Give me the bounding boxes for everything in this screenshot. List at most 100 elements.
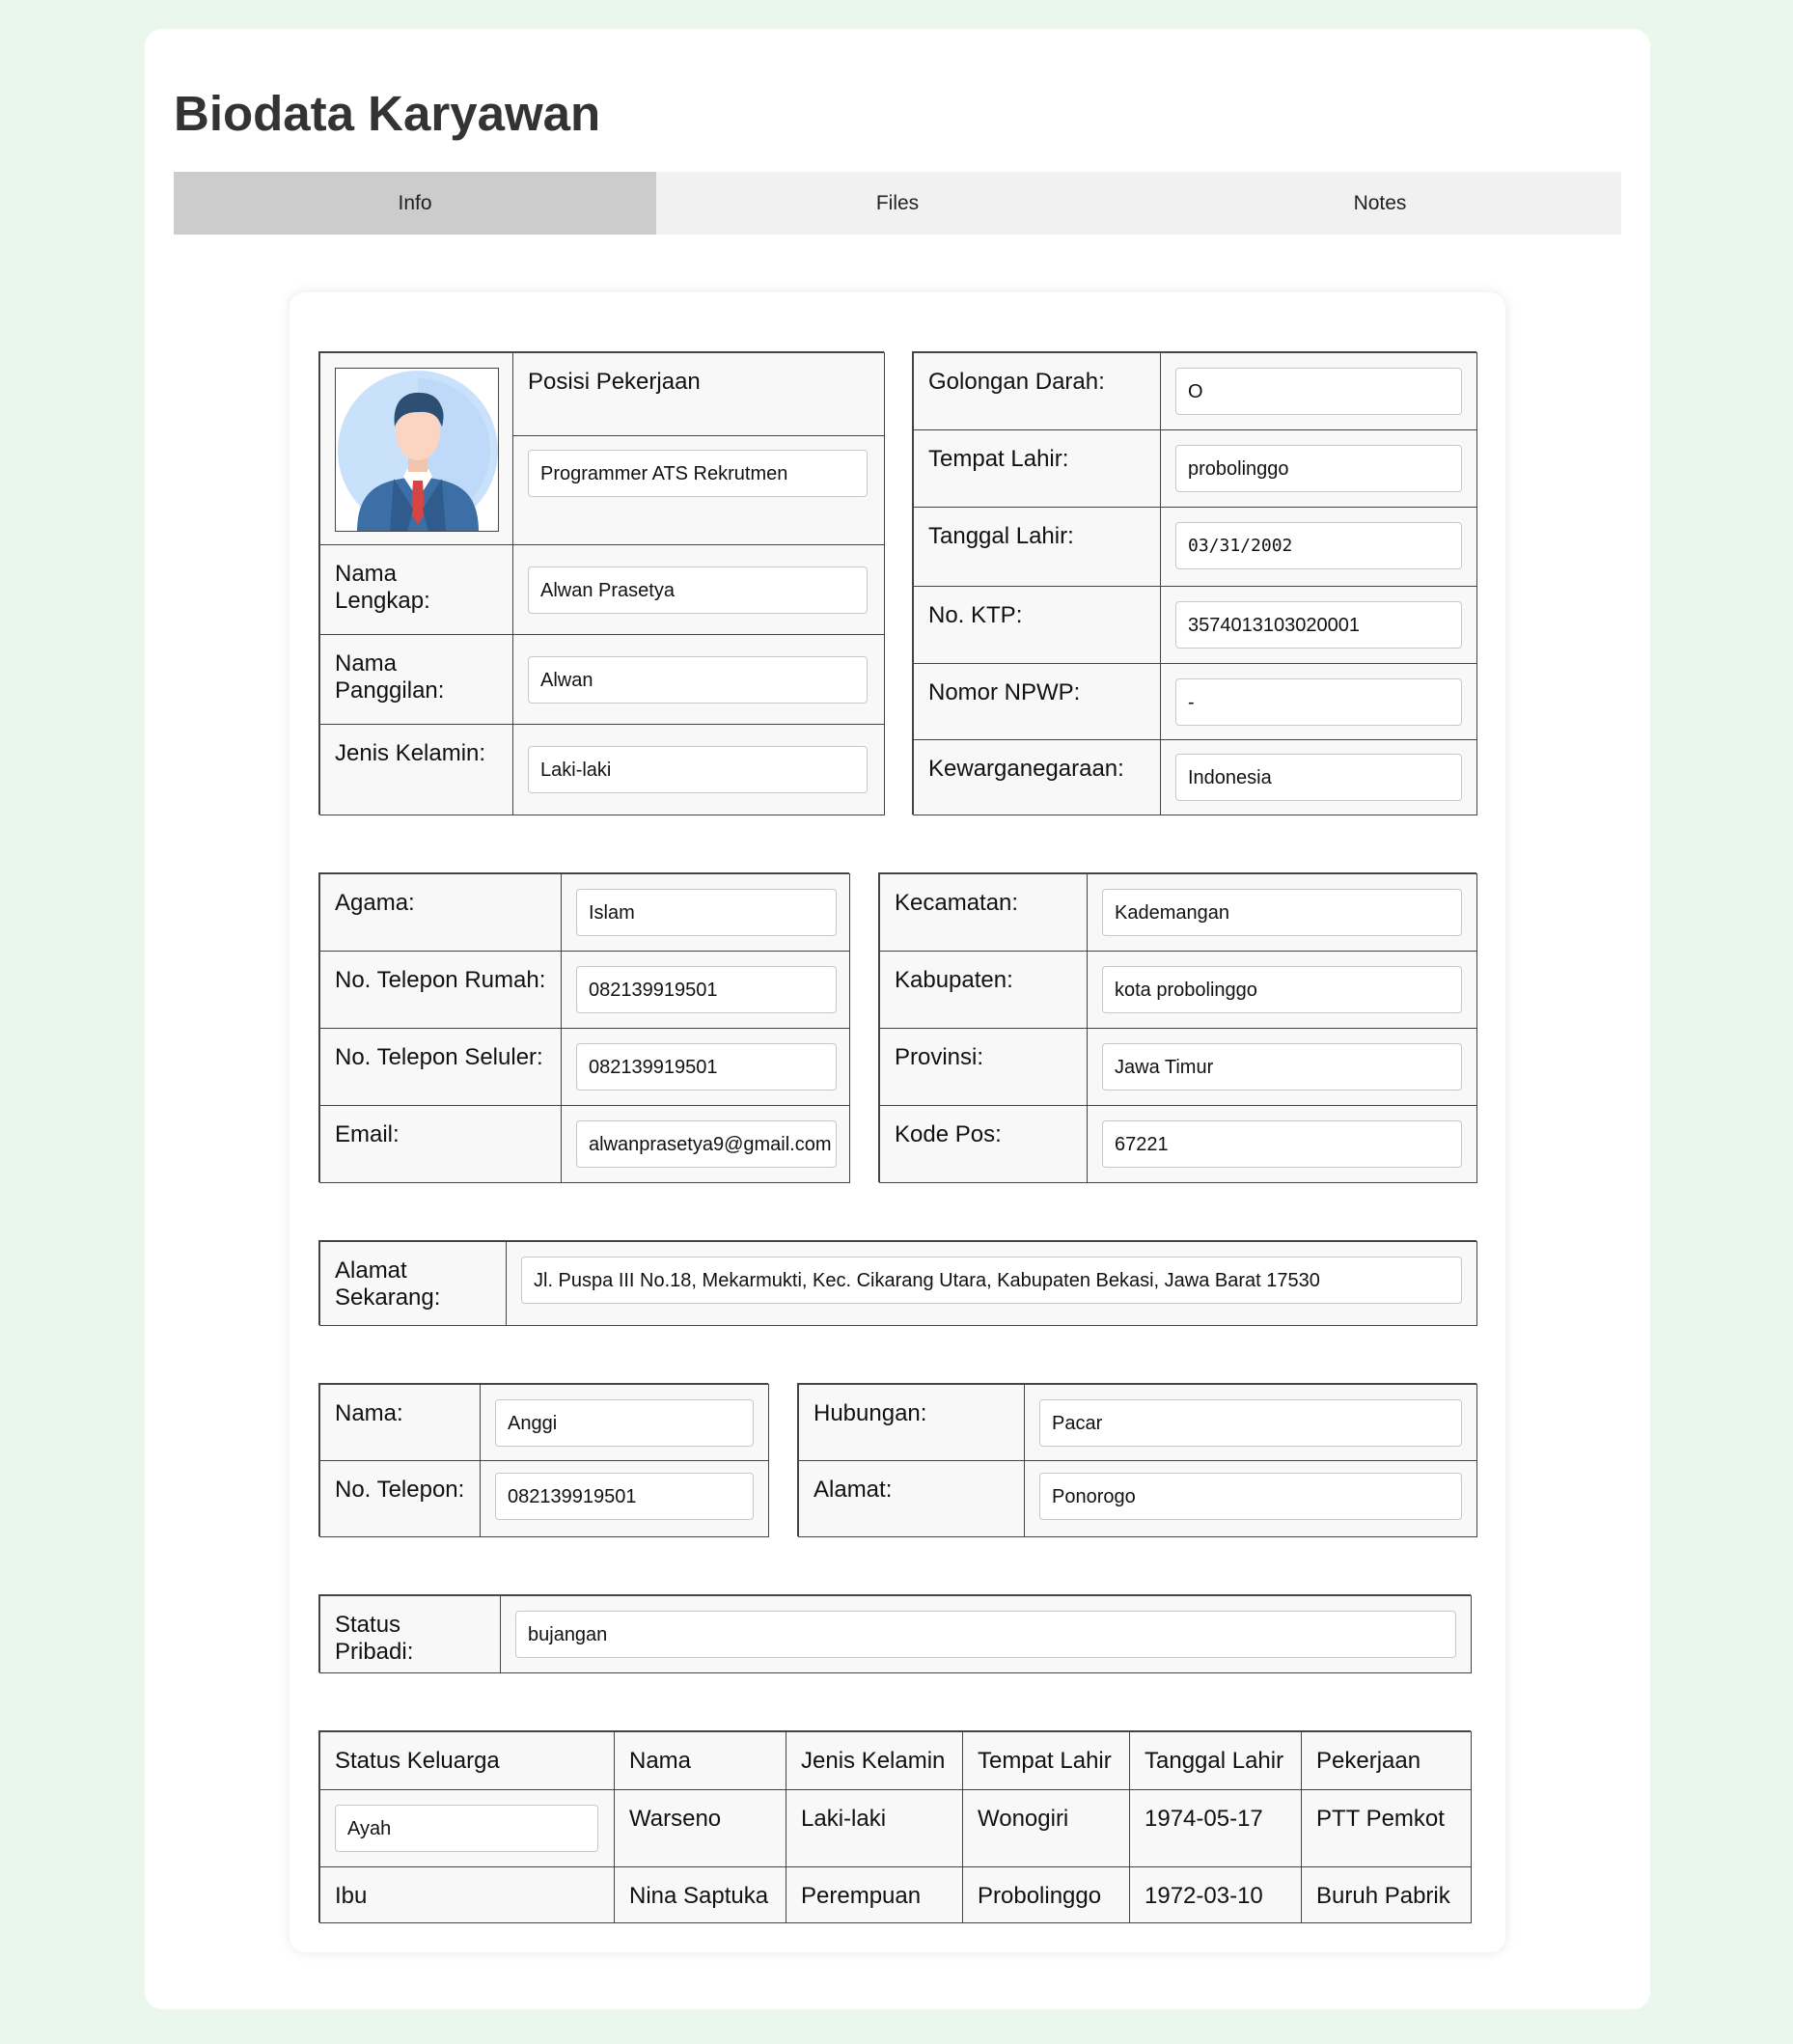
ktp-value-cell: 3574013103020001 [1160,586,1477,664]
family-table: Status Keluarga Nama Jenis Kelamin Tempa… [318,1730,1472,1923]
tab-files[interactable]: Files [656,172,1139,235]
regency-input[interactable]: kota probolinggo [1102,966,1462,1013]
province-label: Provinsi: [895,1044,984,1070]
position-label: Posisi Pekerjaan [528,369,701,395]
religion-label-cell: Agama: [319,873,562,952]
mobile-label-cell: No. Telepon Seluler: [319,1028,562,1106]
ktp-label: No. KTP: [928,602,1023,628]
family-row-2-name: Nina Saptuka [614,1866,786,1923]
fullname-value-cell: Alwan Prasetya [512,544,885,635]
gender-value-cell: Laki-laki [512,724,885,815]
avatar [335,368,499,532]
npwp-input[interactable]: - [1175,678,1462,726]
personal-status-input[interactable]: bujangan [515,1611,1456,1658]
emergency-phone-input[interactable]: 082139919501 [495,1473,754,1520]
postal-label-cell: Kode Pos: [879,1105,1088,1183]
gender-input[interactable]: Laki-laki [528,746,868,793]
biodata-panel: Posisi Pekerjaan Programmer ATS Rekrutme… [290,292,1505,1952]
nickname-input[interactable]: Alwan [528,656,868,704]
district-input[interactable]: Kademangan [1102,889,1462,936]
emergency-address-label-cell: Alamat: [798,1460,1025,1537]
family-header-name: Nama [614,1731,786,1790]
blood-input[interactable]: O [1175,368,1462,415]
fullname-label-cell: Nama Lengkap: [319,544,513,635]
relation-input[interactable]: Pacar [1039,1399,1462,1447]
family-header-birthdate: Tanggal Lahir [1129,1731,1302,1790]
contact-table: Agama: Islam No. Telepon Rumah: 08213991… [318,872,850,1183]
relation-label-cell: Hubungan: [798,1384,1025,1461]
mobile-label: No. Telepon Seluler: [335,1044,543,1070]
main-card: Biodata Karyawan Info Files Notes Posisi… [145,29,1650,2009]
birthdate-label-cell: Tanggal Lahir: [913,507,1161,587]
religion-input[interactable]: Islam [576,889,837,936]
address-label: Alamat Sekarang: [335,1257,441,1311]
tab-notes[interactable]: Notes [1139,172,1621,235]
citizenship-label-cell: Kewarganegaraan: [913,739,1161,815]
ktp-input[interactable]: 3574013103020001 [1175,601,1462,649]
photo-cell [319,352,513,545]
tab-info[interactable]: Info [174,172,656,235]
birthplace-label: Tempat Lahir: [928,446,1069,472]
page-title: Biodata Karyawan [174,86,601,141]
birthplace-label-cell: Tempat Lahir: [913,429,1161,508]
home-phone-value-cell: 082139919501 [561,951,850,1029]
family-row-2-birthplace: Probolinggo [962,1866,1130,1923]
family-header-birthplace: Tempat Lahir [962,1731,1130,1790]
blood-label-cell: Golongan Darah: [913,352,1161,430]
province-input[interactable]: Jawa Timur [1102,1043,1462,1091]
position-value-cell: Programmer ATS Rekrutmen [512,435,885,545]
emergency-name-value-cell: Anggi [480,1384,769,1461]
home-phone-input[interactable]: 082139919501 [576,966,837,1013]
citizenship-input[interactable]: Indonesia [1175,754,1462,801]
relation-value-cell: Pacar [1024,1384,1477,1461]
family-row-1-gender: Laki-laki [786,1789,963,1867]
birthdate-label: Tanggal Lahir: [928,523,1074,549]
province-label-cell: Provinsi: [879,1028,1088,1106]
personal-status-label-cell: Status Pribadi: [319,1595,501,1673]
birthplace-input[interactable]: probolinggo [1175,445,1462,492]
emergency-address-input[interactable]: Ponorogo [1039,1473,1462,1520]
emergency-address-label: Alamat: [814,1477,893,1503]
family-row-2-birthdate: 1972-03-10 [1129,1866,1302,1923]
home-phone-label: No. Telepon Rumah: [335,967,546,993]
nickname-value-cell: Alwan [512,634,885,725]
emergency-address-value-cell: Ponorogo [1024,1460,1477,1537]
emergency-name-input[interactable]: Anggi [495,1399,754,1447]
citizenship-value-cell: Indonesia [1160,739,1477,815]
address-value-cell: Jl. Puspa III No.18, Mekarmukti, Kec. Ci… [506,1241,1477,1326]
birthdate-input[interactable]: 03/31/2002 [1175,522,1462,569]
address-table: Alamat Sekarang: Jl. Puspa III No.18, Me… [318,1240,1477,1326]
npwp-label: Nomor NPWP: [928,679,1081,705]
family-header-occupation: Pekerjaan [1301,1731,1472,1790]
fullname-input[interactable]: Alwan Prasetya [528,566,868,614]
family-header-gender: Jenis Kelamin [786,1731,963,1790]
district-label-cell: Kecamatan: [879,873,1088,952]
family-row-2-occupation: Buruh Pabrik [1301,1866,1472,1923]
address-input[interactable]: Jl. Puspa III No.18, Mekarmukti, Kec. Ci… [521,1257,1462,1304]
district-value-cell: Kademangan [1087,873,1477,952]
personal-status-value-cell: bujangan [500,1595,1472,1673]
birthdate-value-cell: 03/31/2002 [1160,507,1477,587]
nickname-label-cell: Nama Panggilan: [319,634,513,725]
position-input[interactable]: Programmer ATS Rekrutmen [528,450,868,497]
family-row-1-status-input[interactable]: Ayah [335,1805,598,1852]
family-header-status: Status Keluarga [319,1731,615,1790]
family-row-1-birthdate: 1974-05-17 [1129,1789,1302,1867]
personal-status-table: Status Pribadi: bujangan [318,1594,1472,1673]
family-row-2-status: Ibu [319,1866,615,1923]
npwp-value-cell: - [1160,663,1477,740]
emergency-name-label-cell: Nama: [319,1384,481,1461]
email-input[interactable]: alwanprasetya9@gmail.com [576,1120,837,1168]
mobile-input[interactable]: 082139919501 [576,1043,837,1091]
mobile-value-cell: 082139919501 [561,1028,850,1106]
relation-label: Hubungan: [814,1400,927,1426]
email-value-cell: alwanprasetya9@gmail.com [561,1105,850,1183]
identity-table: Golongan Darah: O Tempat Lahir: probolin… [912,351,1477,815]
family-row-1-birthplace: Wonogiri [962,1789,1130,1867]
blood-label: Golongan Darah: [928,369,1105,395]
family-row-2-gender: Perempuan [786,1866,963,1923]
birthplace-value-cell: probolinggo [1160,429,1477,508]
postal-input[interactable]: 67221 [1102,1120,1462,1168]
emergency-contact-table: Nama: Anggi No. Telepon: 082139919501 [318,1383,769,1537]
emergency-name-label: Nama: [335,1400,403,1426]
